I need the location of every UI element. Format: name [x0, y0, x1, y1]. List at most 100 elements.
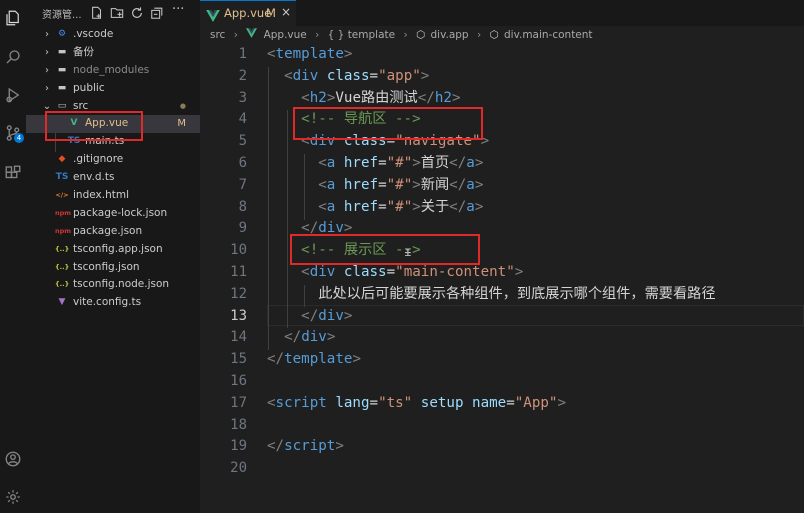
breadcrumb-template[interactable]: { } template — [328, 29, 395, 41]
code-line[interactable]: 3 <h2>Vue路由测试</h2> — [200, 88, 804, 110]
code-token: > — [343, 46, 353, 62]
source-control-icon[interactable]: 4 — [0, 120, 26, 146]
more-actions-icon[interactable]: ··· — [172, 2, 186, 17]
code-token: "ts" — [378, 394, 421, 411]
code-token: </ — [449, 198, 467, 215]
tree-file[interactable]: ▼ vite.config.ts — [26, 294, 200, 312]
chevron-right-icon[interactable]: › — [42, 62, 52, 80]
code-token: < — [284, 67, 293, 84]
tab-app-vue[interactable]: App.vue M × — [200, 0, 296, 26]
code-text: <a href="#">关于</a> — [267, 197, 483, 219]
tree-folder[interactable]: › ⚙ .vscode — [26, 26, 200, 44]
code-line[interactable]: 17 <script lang="ts" setup name="App"> — [200, 393, 804, 415]
breadcrumb-div-app[interactable]: div.app — [431, 29, 469, 41]
tree-item-label: vite.config.ts — [73, 296, 142, 309]
code-token: > — [335, 438, 344, 455]
annotation-box-app-vue — [45, 111, 143, 141]
code-token: a — [466, 198, 475, 215]
file-icon: npm — [55, 226, 72, 235]
code-token: > — [474, 198, 484, 215]
code-text: 此处以后可能要展示各种组件，到底展示哪个组件，需要看路径 — [267, 284, 715, 306]
code-token: = — [369, 67, 379, 84]
account-icon[interactable] — [0, 446, 26, 472]
code-token: 新闻 — [420, 176, 450, 193]
activity-bar: 4 — [0, 0, 26, 513]
chevron-right-icon[interactable]: › — [42, 80, 52, 98]
explorer-icon[interactable] — [0, 5, 26, 31]
tab-close-icon[interactable]: × — [281, 5, 291, 19]
tree-item-label: 备份 — [73, 45, 94, 58]
tree-folder[interactable]: › ▬ 备份 — [26, 44, 200, 62]
code-token: < — [318, 198, 327, 215]
code-line[interactable]: 1 <template> — [200, 44, 804, 66]
breadcrumb-src[interactable]: src — [210, 29, 225, 41]
code-line[interactable]: 2 <div class="app"> — [200, 66, 804, 88]
code-text: <a href="#">新闻</a> — [267, 175, 483, 197]
file-icon: ▼ — [58, 297, 66, 308]
code-line[interactable]: 19 </script> — [200, 436, 804, 458]
code-line[interactable]: 11 <div class="main-content"> — [200, 262, 804, 284]
code-line[interactable]: 20 — [200, 458, 804, 480]
source-control-badge: 4 — [14, 133, 24, 143]
tree-file[interactable]: {..} tsconfig.json — [26, 259, 200, 277]
line-number: 7 — [238, 176, 247, 193]
run-debug-icon[interactable] — [0, 82, 26, 108]
code-token: > — [352, 351, 361, 368]
code-token: </ — [267, 351, 285, 368]
chevron-right-icon[interactable]: › — [42, 26, 52, 44]
code-token: "App" — [514, 394, 558, 411]
code-token: > — [557, 394, 567, 411]
code-line[interactable]: 16 — [200, 371, 804, 393]
code-token: name — [472, 394, 507, 411]
tree-file[interactable]: ◆ .gitignore — [26, 151, 200, 169]
code-token: </ — [449, 155, 467, 171]
new-file-icon[interactable] — [90, 5, 104, 19]
breadcrumb-file[interactable]: App.vue — [264, 29, 307, 41]
text-cursor-icon: ᵻ — [404, 245, 412, 260]
code-line[interactable]: 13 </div> — [200, 306, 804, 328]
code-line[interactable]: 5 <div class="navigate"> — [200, 131, 804, 153]
line-number: 11 — [230, 264, 247, 280]
extensions-icon[interactable] — [0, 160, 26, 186]
tree-file[interactable]: {..} tsconfig.app.json — [26, 241, 200, 259]
code-token: "#" — [386, 198, 413, 215]
code-line[interactable]: 6 <a href="#">首页</a> — [200, 153, 804, 175]
line-number: 2 — [238, 67, 247, 84]
tree-file[interactable]: {..} tsconfig.node.json — [26, 276, 200, 294]
manage-gear-icon[interactable] — [0, 484, 26, 510]
tree-file[interactable]: npm package-lock.json — [26, 205, 200, 223]
chevron-right-icon[interactable]: › — [42, 44, 52, 62]
tree-file[interactable]: </> index.html — [26, 187, 200, 205]
file-icon: npm — [55, 208, 72, 217]
code-line[interactable]: 18 — [200, 415, 804, 437]
line-number: 10 — [230, 242, 247, 259]
code-token: div — [318, 307, 344, 324]
file-icon: </> — [55, 191, 69, 200]
explorer-sidebar: 资源管... ··· › ⚙ .vscode › ▬ 备份 › ▬ node_modules › ▬… — [26, 0, 200, 513]
file-tree: › ⚙ .vscode › ▬ 备份 › ▬ node_modules › ▬ public ⌄ ▭ src… — [26, 26, 200, 312]
tree-folder[interactable]: › ▬ public — [26, 80, 200, 98]
code-line[interactable]: 4 <!-- 导航区 --> — [200, 109, 804, 131]
explorer-title: 资源管... — [42, 10, 82, 21]
tab-modified-indicator: M — [266, 6, 276, 20]
code-token: > — [343, 307, 353, 324]
code-token: script — [275, 394, 336, 411]
code-line[interactable]: 7 <a href="#">新闻</a> — [200, 175, 804, 197]
code-text: <a href="#">首页</a> — [267, 153, 483, 175]
tree-folder[interactable]: › ▬ node_modules — [26, 62, 200, 80]
code-text: <template> — [267, 44, 352, 66]
code-line[interactable]: 14 </div> — [200, 327, 804, 349]
code-line[interactable]: 8 <a href="#">关于</a> — [200, 197, 804, 219]
code-line[interactable]: 15 </template> — [200, 349, 804, 371]
new-folder-icon[interactable] — [110, 5, 124, 19]
code-token: a — [326, 155, 344, 171]
tree-file[interactable]: npm package.json — [26, 223, 200, 241]
tree-file[interactable]: TS env.d.ts — [26, 169, 200, 187]
code-token: a — [326, 198, 344, 215]
breadcrumb-div-main-content[interactable]: div.main-content — [504, 29, 593, 41]
collapse-all-icon[interactable] — [150, 5, 164, 19]
annotation-box-nav-comment — [293, 107, 483, 140]
code-line[interactable]: 12 此处以后可能要展示各种组件，到底展示哪个组件，需要看路径 — [200, 284, 804, 306]
search-icon[interactable] — [0, 44, 26, 70]
refresh-icon[interactable] — [130, 5, 144, 19]
